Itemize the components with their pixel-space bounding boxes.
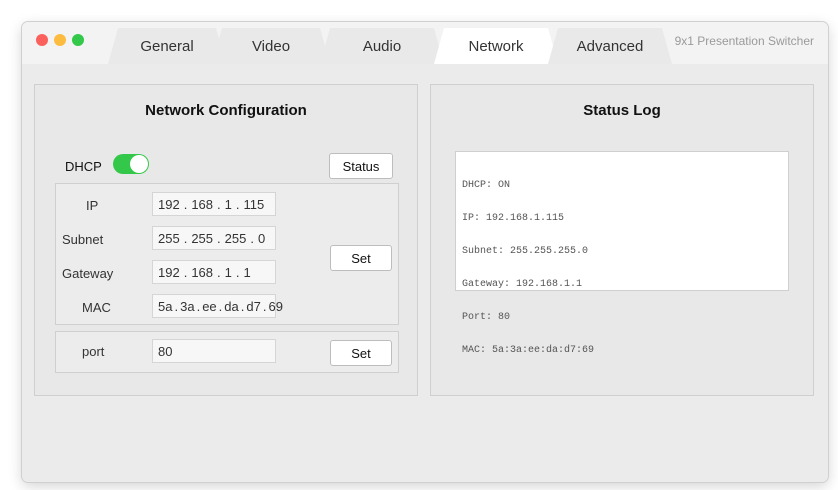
- tab-general[interactable]: General: [108, 28, 226, 64]
- tab-advanced[interactable]: Advanced: [548, 28, 672, 64]
- status-log-line: Gateway: 192.168.1.1: [462, 279, 583, 290]
- tab-audio[interactable]: Audio: [320, 28, 444, 64]
- set-network-button[interactable]: Set: [330, 245, 392, 271]
- network-tab-content: Network Configuration DHCP Status IP 192…: [22, 64, 828, 482]
- dhcp-label: DHCP: [65, 159, 102, 174]
- status-log-title: Status Log: [583, 102, 661, 119]
- status-log-line: MAC: 5a:3a:ee:da:d7:69: [462, 345, 595, 356]
- port-settings-group: port 80 Set: [55, 331, 399, 373]
- set-port-button[interactable]: Set: [330, 340, 392, 366]
- title-bar: General Video Audio Network Advanced 9x1…: [22, 22, 828, 64]
- tab-network[interactable]: Network: [434, 28, 558, 64]
- network-config-title: Network Configuration: [145, 102, 307, 119]
- minimize-window-button[interactable]: [54, 34, 66, 46]
- gateway-field[interactable]: 192. 168. 1. 1: [152, 260, 276, 284]
- subnet-field[interactable]: 255. 255. 255. 0: [152, 226, 276, 250]
- mac-field[interactable]: 5a. 3a. ee. da. d7. 69: [152, 294, 283, 318]
- mac-label: MAC: [82, 300, 111, 315]
- window-title: 9x1 Presentation Switcher: [674, 34, 814, 48]
- ip-settings-group: IP 192. 168. 1. 115 Subnet 255. 255. 255…: [55, 183, 399, 325]
- subnet-label: Subnet: [62, 232, 104, 247]
- dhcp-toggle[interactable]: [113, 154, 149, 174]
- status-log-line: IP: 192.168.1.115: [462, 213, 565, 224]
- maximize-window-button[interactable]: [72, 34, 84, 46]
- port-label: port: [82, 344, 105, 359]
- status-log-panel: Status Log DHCP: ON IP: 192.168.1.115 Su…: [430, 84, 814, 396]
- status-log-box[interactable]: DHCP: ON IP: 192.168.1.115 Subnet: 255.2…: [455, 151, 789, 356]
- status-button[interactable]: Status: [329, 153, 393, 179]
- network-config-panel: Network Configuration DHCP Status IP 192…: [34, 84, 418, 396]
- close-window-button[interactable]: [36, 34, 48, 46]
- tab-video[interactable]: Video: [212, 28, 330, 64]
- status-log-line: DHCP: ON: [462, 180, 511, 191]
- gateway-label: Gateway: [62, 266, 114, 281]
- port-field[interactable]: 80: [152, 339, 276, 363]
- status-log-line: Subnet: 255.255.255.0: [462, 246, 589, 257]
- app-window: General Video Audio Network Advanced 9x1…: [22, 22, 828, 482]
- ip-field[interactable]: 192. 168. 1. 115: [152, 192, 276, 216]
- ip-label: IP: [86, 198, 99, 213]
- status-log-line: Port: 80: [462, 312, 511, 323]
